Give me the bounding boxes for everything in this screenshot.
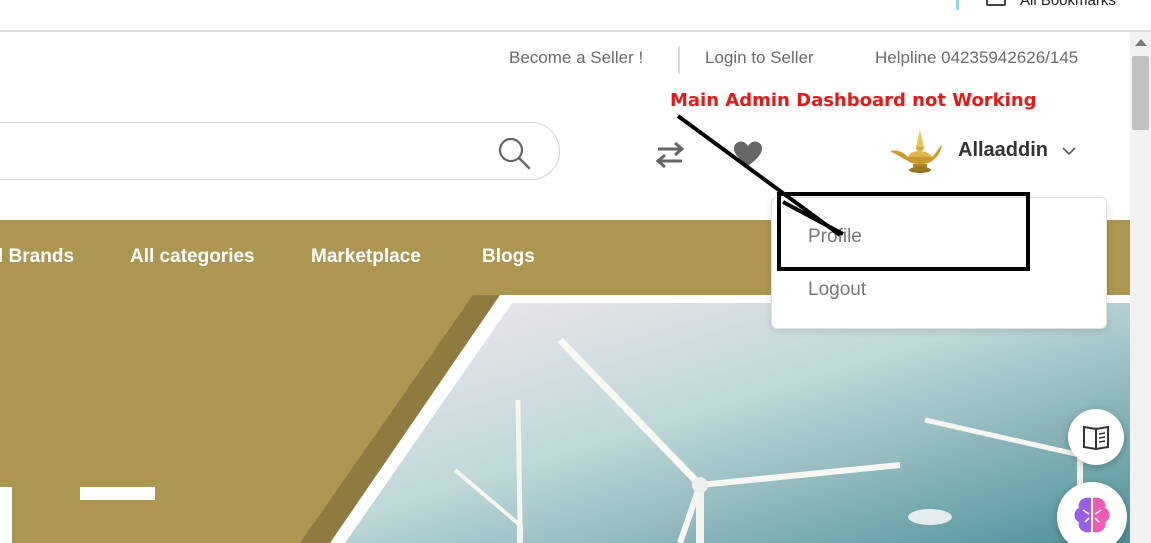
- annotation-text: Main Admin Dashboard not Working: [670, 90, 1037, 111]
- top-links-divider: [678, 46, 680, 74]
- web-page: Become a Seller ! Login to Seller Helpli…: [0, 32, 1130, 543]
- search-icon[interactable]: [497, 136, 531, 170]
- reader-button[interactable]: [1068, 409, 1124, 465]
- scrollbar-thumb[interactable]: [1132, 56, 1149, 130]
- hero-image: [0, 295, 1130, 543]
- login-seller-link[interactable]: Login to Seller: [705, 48, 814, 68]
- hero-banner[interactable]: [0, 295, 1130, 543]
- nav-item-brands[interactable]: l Brands: [0, 246, 74, 268]
- menu-item-logout[interactable]: Logout: [808, 279, 866, 301]
- page-scrollbar[interactable]: [1130, 32, 1151, 543]
- nav-item-all-categories[interactable]: All categories: [130, 246, 255, 268]
- all-bookmarks-link[interactable]: All Bookmarks: [1020, 0, 1116, 9]
- scroll-up-arrow-icon[interactable]: [1135, 39, 1147, 46]
- top-links-bar: Become a Seller ! Login to Seller Helpli…: [0, 46, 1130, 76]
- nav-item-blogs[interactable]: Blogs: [482, 246, 535, 268]
- avatar[interactable]: [888, 127, 944, 175]
- user-name[interactable]: Allaaddin: [958, 139, 1048, 162]
- search-input[interactable]: [0, 122, 560, 180]
- helpline-text: Helpline 04235942626/145: [875, 48, 1079, 67]
- folder-icon[interactable]: [986, 0, 1006, 6]
- chevron-down-icon[interactable]: [1062, 146, 1076, 156]
- heart-icon[interactable]: [733, 140, 763, 168]
- annotation-box: [777, 192, 1030, 271]
- bookmarks-divider: [956, 0, 959, 10]
- nav-item-marketplace[interactable]: Marketplace: [311, 246, 421, 268]
- book-icon: [1083, 425, 1109, 451]
- browser-bookmarks-bar: All Bookmarks: [0, 0, 1151, 32]
- compare-icon[interactable]: [654, 140, 686, 170]
- brain-icon: [1074, 497, 1110, 533]
- ai-assistant-button[interactable]: [1057, 482, 1127, 543]
- become-seller-link[interactable]: Become a Seller !: [509, 48, 643, 68]
